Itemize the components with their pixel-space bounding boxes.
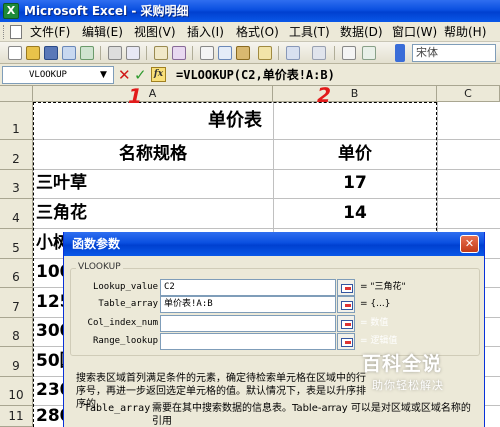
sort-icon[interactable] [362,46,376,60]
undo-icon[interactable] [286,46,300,60]
table-array-result: = {...} [360,299,391,309]
column-header-a[interactable]: A [33,86,273,102]
lookup-value-input[interactable]: C2 [160,279,336,296]
lookup-value-result: = "三角花" [360,282,406,292]
row-header[interactable]: 10 [0,377,33,406]
table-array-label: Table_array [98,299,158,309]
spelling-icon[interactable] [154,46,168,60]
row-header[interactable]: 1 [0,102,33,140]
row-header[interactable]: 2 [0,140,33,170]
range-lookup-input[interactable] [160,333,336,350]
watermark: 百科全说 助你轻松解决 [350,352,470,400]
enter-button[interactable]: ✓ [134,66,147,84]
col-index-num-label: Col_index_num [87,318,158,328]
grip-handle [3,25,6,39]
watermark-title: 百科全说 [362,353,443,375]
font-name-select[interactable]: 宋体 [412,44,496,62]
menu-data[interactable]: 数据(D) [340,24,383,40]
row-header[interactable]: 8 [0,318,33,347]
print-icon[interactable] [108,46,122,60]
column-header-b[interactable]: B [273,86,437,102]
lookup-value-label: Lookup_value [92,282,158,292]
toolbar-separator [100,46,101,60]
menu-edit[interactable]: 编辑(E) [82,24,123,40]
collapse-dialog-icon[interactable] [337,333,355,350]
menu-file[interactable]: 文件(F) [30,24,70,40]
toolbar-separator [278,46,279,60]
open-icon[interactable] [26,46,40,60]
range-lookup-label: Range_lookup [92,336,158,346]
toolbar-separator [192,46,193,60]
menu-window[interactable]: 窗口(W) [392,24,437,40]
row-header[interactable]: 9 [0,347,33,377]
table-array-input[interactable]: 单价表!A:B [160,296,336,313]
menu-bar: 文件(F) 编辑(E) 视图(V) 插入(I) 格式(O) 工具(T) 数据(D… [0,22,500,42]
range-lookup-result: = 逻辑值 [360,336,398,346]
redo-icon[interactable] [312,46,326,60]
collapse-dialog-icon[interactable] [337,279,355,296]
document-icon [10,25,22,39]
excel-icon: X [3,3,19,19]
menu-help[interactable]: 帮助(H) [444,24,486,40]
col-index-num-result: = 数值 [360,318,389,328]
title-bar: X Microsoft Excel - 采购明细 [0,0,500,22]
research-icon[interactable] [172,46,186,60]
excel-window: X Microsoft Excel - 采购明细 文件(F) 编辑(E) 视图(… [0,0,500,427]
close-icon[interactable]: ✕ [460,235,479,253]
parameter-name: Table_array [84,403,151,414]
parameter-description: 需要在其中搜索数据的信息表。Table-array 可以是对区域或区域名称的引用 [152,403,471,427]
toolbar-separator [334,46,335,60]
row-header[interactable]: 7 [0,288,33,318]
watermark-subtitle: 助你轻松解决 [372,379,444,392]
collapse-dialog-icon[interactable] [337,315,355,332]
email-icon[interactable] [80,46,94,60]
new-icon[interactable] [8,46,22,60]
col-index-num-input[interactable] [160,315,336,332]
insert-function-button[interactable]: fx [151,67,166,82]
collapse-dialog-icon[interactable] [337,296,355,313]
menu-format[interactable]: 格式(O) [236,24,279,40]
row-header[interactable]: 4 [0,199,33,229]
select-all-corner[interactable] [0,86,33,102]
formula-bar: VLOOKUP ▼ ✕ ✓ fx =VLOOKUP(C2,单价表!A:B) [0,64,500,86]
print-preview-icon[interactable] [126,46,140,60]
toolbar-options-chevron-icon[interactable] [395,44,405,62]
row-header[interactable]: 6 [0,259,33,288]
row-header[interactable]: 5 [0,229,33,259]
function-name-label: VLOOKUP [76,261,123,273]
cancel-entry-button[interactable]: ✕ [118,66,131,84]
name-box-dropdown-icon[interactable]: ▼ [100,67,107,83]
autosum-icon[interactable] [342,46,356,60]
menu-tools[interactable]: 工具(T) [289,24,330,40]
menu-insert[interactable]: 插入(I) [187,24,224,40]
name-box[interactable]: VLOOKUP [2,66,114,84]
toolbar-separator [146,46,147,60]
format-painter-icon[interactable] [258,46,272,60]
column-header-c[interactable]: C [437,86,500,102]
row-header[interactable]: 11 [0,406,33,427]
window-title: Microsoft Excel - 采购明细 [24,4,189,18]
cut-icon[interactable] [200,46,214,60]
menu-view[interactable]: 视图(V) [134,24,176,40]
dialog-title[interactable]: 函数参数 [64,232,484,256]
standard-toolbar: 宋体 [0,42,500,64]
permission-icon[interactable] [62,46,76,60]
save-icon[interactable] [44,46,58,60]
formula-input[interactable]: =VLOOKUP(C2,单价表!A:B) [176,66,335,84]
paste-icon[interactable] [236,46,250,60]
row-header[interactable]: 3 [0,170,33,199]
copy-icon[interactable] [218,46,232,60]
